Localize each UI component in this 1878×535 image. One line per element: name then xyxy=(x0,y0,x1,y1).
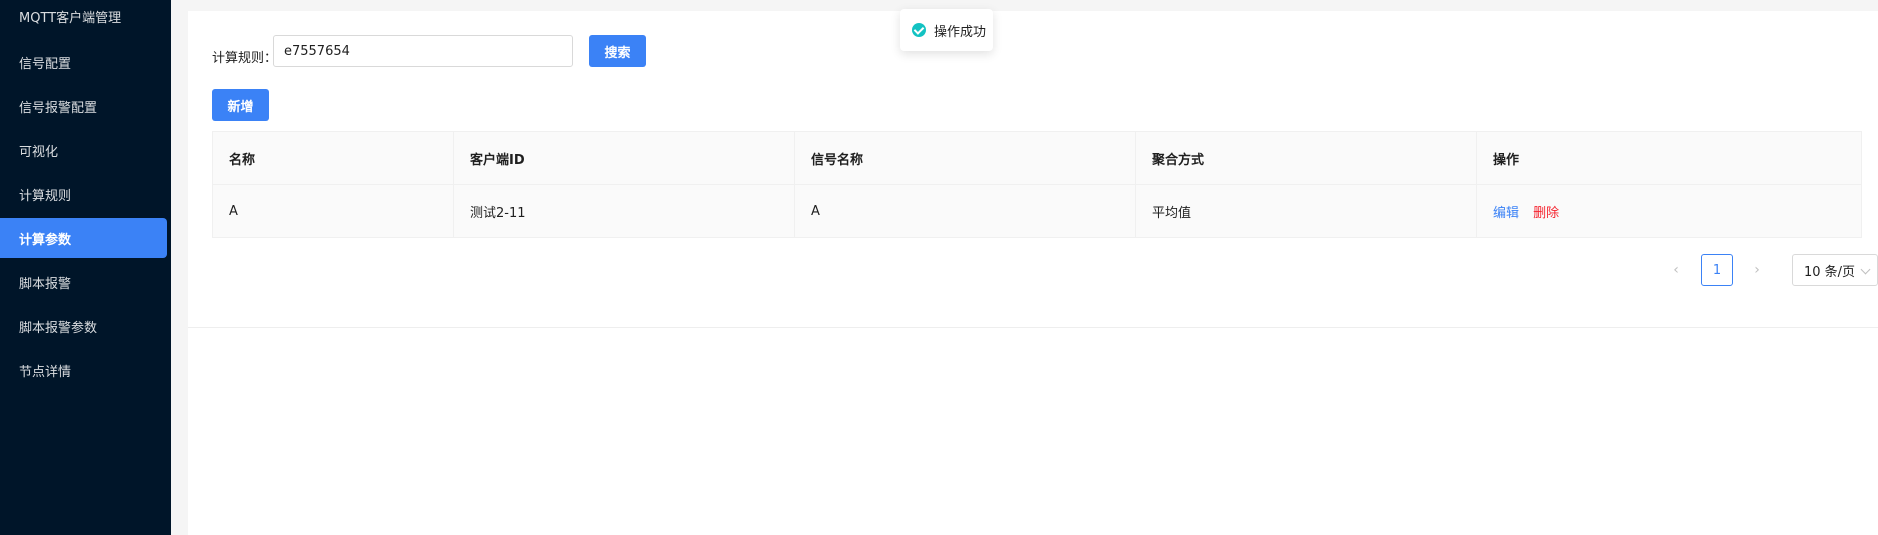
sidebar-item-script-alarm-params[interactable]: 脚本报警参数 xyxy=(0,306,167,346)
data-table: 名称 客户端ID 信号名称 聚合方式 操作 A 测试2-11 A 平均值 编辑 … xyxy=(212,131,1862,238)
column-header-aggregation: 聚合方式 xyxy=(1135,131,1477,185)
delete-link[interactable]: 删除 xyxy=(1533,206,1559,221)
toast-message: 操作成功 xyxy=(934,24,987,40)
sidebar-item-calc-rules[interactable]: 计算规则 xyxy=(0,174,167,214)
sidebar-item-script-alarm[interactable]: 脚本报警 xyxy=(0,262,167,302)
sidebar-item-node-details[interactable]: 节点详情 xyxy=(0,350,167,390)
page-size-select[interactable]: 10 条/页 xyxy=(1792,254,1878,286)
column-header-signal-name: 信号名称 xyxy=(794,131,1136,185)
chevron-down-icon xyxy=(1860,264,1871,275)
sidebar-item-calc-params[interactable]: 计算参数 xyxy=(0,218,167,258)
sidebar-item-signal-alarm-config[interactable]: 信号报警配置 xyxy=(0,86,167,126)
sidebar-item-label: 可视化 xyxy=(19,144,59,160)
sidebar-item-label: 计算规则 xyxy=(19,188,72,204)
search-button[interactable]: 搜索 xyxy=(589,35,646,67)
pagination-prev-icon[interactable]: ‹ xyxy=(1663,254,1689,286)
success-toast: 操作成功 xyxy=(900,9,993,51)
main-content: 计算规则： 搜索 新增 名称 客户端ID 信号名称 聚合方式 xyxy=(171,0,1878,535)
sidebar-item-label: 信号配置 xyxy=(19,56,72,72)
table-row: A 测试2-11 A 平均值 编辑 删除 xyxy=(212,184,1862,238)
app-root: MQTT客户端管理 信号配置 信号报警配置 可视化 计算规则 计算参数 脚本报警… xyxy=(0,0,1878,535)
content-card: 计算规则： 搜索 新增 名称 客户端ID 信号名称 聚合方式 xyxy=(188,11,1878,327)
add-button[interactable]: 新增 xyxy=(212,89,269,121)
sidebar-item-mqtt-client[interactable]: MQTT客户端管理 xyxy=(0,0,167,36)
cell-client-id: 测试2-11 xyxy=(453,184,795,238)
search-input[interactable] xyxy=(273,35,573,67)
content-below xyxy=(188,327,1878,535)
sidebar-item-label: 脚本报警 xyxy=(19,276,72,292)
column-header-name: 名称 xyxy=(212,131,454,185)
sidebar-item-label: MQTT客户端管理 xyxy=(19,10,122,26)
pagination-page-1[interactable]: 1 xyxy=(1701,254,1733,286)
sidebar-item-label: 计算参数 xyxy=(19,232,72,248)
sidebar-item-signal-config[interactable]: 信号配置 xyxy=(0,42,167,82)
cell-name: A xyxy=(212,184,454,238)
sidebar-item-label: 信号报警配置 xyxy=(19,100,98,116)
cell-actions: 编辑 删除 xyxy=(1476,184,1862,238)
cell-signal-name: A xyxy=(794,184,1136,238)
table-header-row: 名称 客户端ID 信号名称 聚合方式 操作 xyxy=(212,131,1862,185)
sidebar-item-label: 脚本报警参数 xyxy=(19,320,98,336)
sidebar: MQTT客户端管理 信号配置 信号报警配置 可视化 计算规则 计算参数 脚本报警… xyxy=(0,0,171,535)
column-header-client-id: 客户端ID xyxy=(453,131,795,185)
check-circle-icon xyxy=(912,23,926,37)
top-strip xyxy=(188,0,1878,11)
sidebar-item-visualization[interactable]: 可视化 xyxy=(0,130,167,170)
search-label: 计算规则： xyxy=(212,50,278,66)
cell-aggregation: 平均值 xyxy=(1135,184,1477,238)
pagination-next-icon[interactable]: › xyxy=(1744,254,1770,286)
page-size-value: 10 条/页 xyxy=(1804,264,1856,280)
column-header-actions: 操作 xyxy=(1476,131,1862,185)
edit-link[interactable]: 编辑 xyxy=(1493,206,1519,221)
sidebar-item-label: 节点详情 xyxy=(19,364,72,380)
